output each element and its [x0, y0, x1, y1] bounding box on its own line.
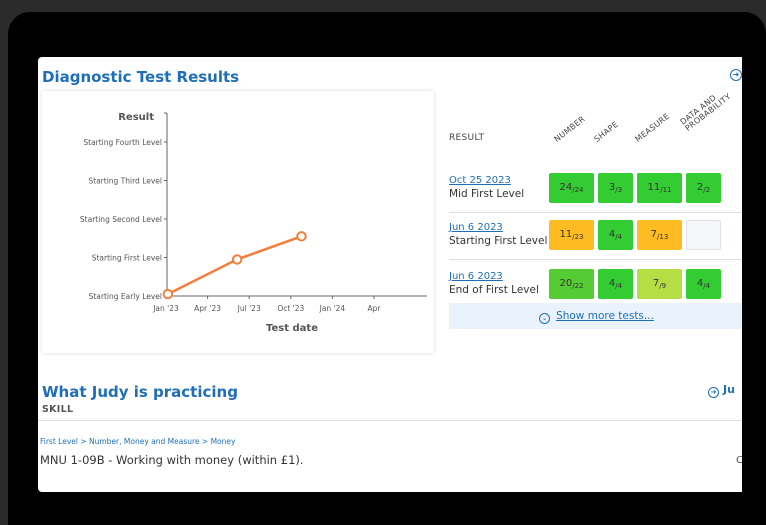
truncated-column-text: C: [736, 455, 742, 466]
score-total: /22: [572, 282, 584, 290]
score-cell: 4/4: [686, 269, 721, 299]
result-row[interactable]: Oct 25 2023 Mid First Level 24/24 3/3 11/11 2…: [449, 170, 742, 216]
chevron-down-circle-icon: ⌄: [539, 313, 551, 324]
result-date-link[interactable]: Oct 25 2023: [449, 175, 511, 186]
results-chart: Result Starting Early Level Starting First…: [42, 91, 434, 353]
data-point: [296, 231, 307, 242]
y-tick-label: Starting First Level: [92, 254, 162, 263]
score-cell: 3/3: [598, 173, 633, 203]
score-total: /4: [615, 233, 623, 241]
x-tick-label: Jul '23: [237, 304, 261, 313]
judy-link[interactable]: ➜ Ju: [708, 383, 735, 398]
result-date-link[interactable]: Jun 6 2023: [449, 271, 503, 282]
score-cell: 20/22: [549, 269, 594, 299]
judy-link-label: Ju: [723, 383, 735, 396]
x-tick-label: Jan '23: [152, 304, 179, 313]
score-cell: 11/23: [549, 220, 594, 250]
score-cell: 11/11: [637, 173, 682, 203]
score-value: 11: [559, 229, 573, 240]
score-cell: 4/4: [598, 269, 633, 299]
score-total: /11: [660, 186, 672, 194]
y-tick-label: Starting Early Level: [89, 292, 162, 301]
x-tick-label: Oct '23: [277, 304, 304, 313]
column-header: NUMBER: [552, 114, 587, 144]
arrow-circle-icon: ➜: [708, 387, 719, 398]
x-axis-label: Test date: [266, 323, 318, 334]
data-point: [231, 254, 243, 265]
result-level: Mid First Level: [449, 188, 525, 200]
score-value: 11: [647, 182, 661, 193]
score-value: 20: [559, 278, 573, 289]
column-header: MEASURE: [633, 111, 672, 144]
skill-name[interactable]: MNU 1-09B - Working with money (within £…: [40, 453, 304, 467]
y-tick-label: Starting Second Level: [80, 215, 162, 224]
result-date-link[interactable]: Jun 6 2023: [449, 222, 503, 233]
show-more-tests-link[interactable]: ⌄ Show more tests...: [449, 303, 742, 329]
column-header: DATA AND PROBABILITY: [679, 86, 733, 133]
x-tick-label: Jan '24: [319, 304, 346, 313]
result-level: End of First Level: [449, 284, 539, 296]
line-chart-svg: Result Starting Early Level Starting First…: [80, 112, 427, 334]
score-total: /4: [703, 282, 711, 290]
divider: [38, 420, 742, 421]
device-frame: Diagnostic Test Results ➜ Result Starting…: [0, 0, 766, 525]
y-axis-label: Result: [118, 112, 154, 123]
skill-breadcrumb[interactable]: First Level > Number, Money and Measure …: [40, 437, 235, 446]
score-total: /23: [572, 233, 584, 241]
app-screen: Diagnostic Test Results ➜ Result Starting…: [38, 57, 742, 492]
score-cell: 7/13: [637, 220, 682, 250]
score-cell: [686, 220, 721, 250]
y-tick-label: Starting Third Level: [88, 177, 162, 186]
score-total: /13: [657, 233, 669, 241]
x-tick-label: Apr '23: [194, 304, 221, 313]
show-more-label: Show more tests...: [556, 310, 654, 322]
practicing-title: What Judy is practicing: [42, 383, 238, 401]
result-row[interactable]: Jun 6 2023 Starting First Level 11/23 4/4 7/…: [449, 217, 742, 263]
column-header: SHAPE: [592, 119, 621, 144]
score-cell: 24/24: [549, 173, 594, 203]
skill-column-header: SKILL: [42, 404, 74, 415]
score-total: /3: [615, 186, 623, 194]
score-value: 24: [559, 182, 573, 193]
series-line: [167, 235, 302, 296]
data-point: [162, 288, 174, 300]
y-tick-label: Starting Fourth Level: [83, 138, 162, 147]
score-cell: 2/2: [686, 173, 721, 203]
score-total: /9: [659, 282, 667, 290]
score-cell: 7/9: [637, 269, 682, 299]
result-column-header: RESULT: [449, 133, 485, 143]
score-total: /2: [703, 186, 711, 194]
row-divider: [449, 212, 742, 213]
arrow-circle-icon[interactable]: ➜: [730, 69, 742, 81]
diagnostic-title: Diagnostic Test Results: [42, 68, 240, 86]
row-divider: [449, 259, 742, 260]
score-cell: 4/4: [598, 220, 633, 250]
result-level: Starting First Level: [449, 235, 548, 247]
score-total: /24: [572, 186, 584, 194]
score-total: /4: [615, 282, 623, 290]
x-tick-label: Apr: [368, 304, 382, 313]
